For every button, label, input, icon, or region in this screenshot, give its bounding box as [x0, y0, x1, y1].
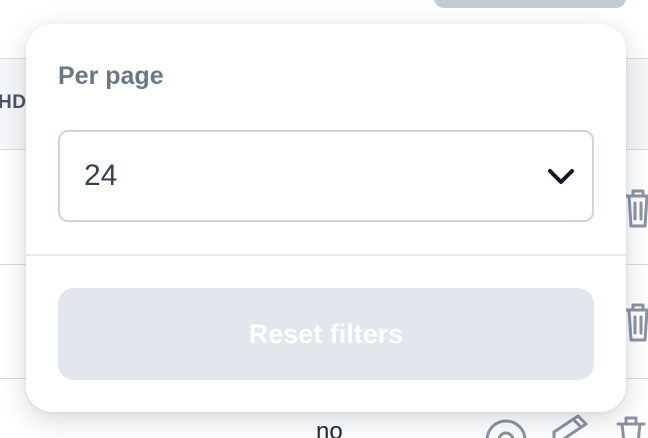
per-page-label: Per page	[58, 62, 164, 90]
chevron-down-icon	[548, 169, 574, 184]
per-page-selected-value: 24	[84, 159, 118, 192]
eye-icon[interactable]	[484, 418, 528, 438]
panel-divider	[26, 254, 626, 256]
filters-dropdown-panel: Per page 24 Reset filters	[26, 24, 626, 412]
filters-toggle-button[interactable]	[434, 0, 626, 8]
per-page-select[interactable]: 24	[58, 130, 594, 222]
table-cell: no	[316, 418, 343, 438]
pencil-icon[interactable]	[548, 412, 592, 438]
reset-filters-button[interactable]: Reset filters	[58, 288, 594, 380]
trash-icon[interactable]	[614, 412, 648, 438]
